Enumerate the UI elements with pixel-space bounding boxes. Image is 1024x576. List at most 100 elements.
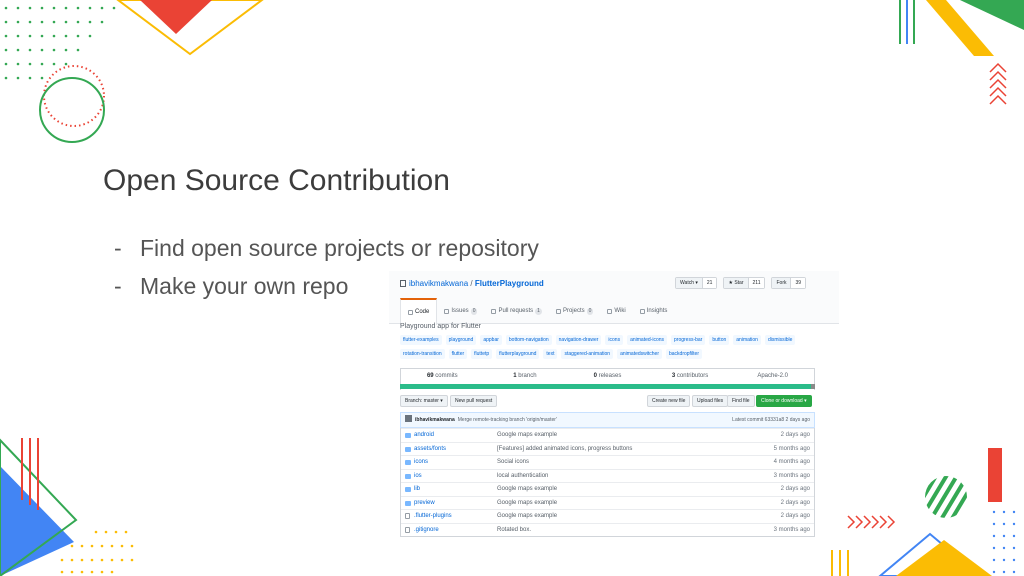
file-name[interactable]: preview	[414, 497, 435, 510]
tab-wiki[interactable]: Wiki	[600, 298, 632, 324]
file-name[interactable]: lib	[414, 483, 420, 496]
topic-tag[interactable]: staggered-animation	[561, 349, 614, 359]
red-bar-bottom-right	[988, 448, 1002, 502]
tab-label: Code	[415, 309, 430, 315]
create-file-button[interactable]: Create new file	[647, 395, 691, 407]
tab-issues[interactable]: Issues 0	[437, 298, 484, 324]
tab-projects[interactable]: Projects 0	[549, 298, 600, 324]
blue-triangle-outline-bottom-right	[878, 532, 982, 576]
file-age: 2 days ago	[780, 499, 810, 506]
latest-commit-info[interactable]: Latest commit 63331a8 2 days ago	[732, 413, 810, 427]
topic-tag[interactable]: flutter	[448, 349, 468, 359]
topic-tag[interactable]: rotation-transition	[400, 349, 445, 359]
fork-count[interactable]: 39	[791, 278, 806, 288]
file-row[interactable]: .gitignore Rotated box. 3 months ago	[401, 522, 814, 537]
star-count[interactable]: 211	[748, 278, 765, 288]
file-name[interactable]: .gitignore	[414, 524, 439, 537]
topic-tag[interactable]: backdropfilter	[665, 349, 702, 359]
file-row[interactable]: assets/fonts [Features] added animated ic…	[401, 441, 814, 456]
tab-code[interactable]: Code	[400, 298, 438, 325]
file-name[interactable]: ios	[414, 470, 422, 483]
file-name[interactable]: .flutter-plugins	[414, 510, 452, 523]
language-bar[interactable]	[400, 384, 815, 389]
file-commit-message[interactable]: Google maps example	[497, 497, 557, 510]
language-bar-other	[811, 384, 815, 389]
topic-tag[interactable]: button	[709, 335, 730, 345]
contributor-count: 3	[671, 373, 676, 379]
topic-tag[interactable]: flutterplayground	[496, 349, 540, 359]
file-age: 2 days ago	[780, 432, 810, 438]
new-pull-request-button[interactable]: New pull request	[450, 395, 498, 407]
watch-button[interactable]: Watch ▾ 21	[675, 277, 718, 289]
repo-header: ibhavikmakwana / FlutterPlayground Watch…	[389, 271, 839, 325]
tab-insights[interactable]: Insights	[633, 298, 675, 324]
blue-triangle-bottom-left	[0, 466, 74, 576]
file-toolbar: Branch: master ▾ New pull request Create…	[400, 395, 815, 409]
commits-label: commits	[435, 373, 458, 379]
file-commit-message[interactable]: Social icons	[497, 456, 529, 469]
file-age: 2 days ago	[780, 486, 810, 492]
fork-button[interactable]: Fork 39	[771, 277, 807, 289]
topic-tag[interactable]: animatedswitcher	[617, 349, 662, 359]
file-row[interactable]: preview Google maps example 2 days ago	[401, 495, 814, 510]
pull-request-icon	[491, 308, 497, 314]
file-row[interactable]: ios local authentication 3 months ago	[401, 468, 814, 483]
folder-icon	[405, 487, 411, 492]
branch-select-button[interactable]: Branch: master ▾	[400, 395, 448, 407]
file-name[interactable]: icons	[414, 456, 428, 469]
topic-tag[interactable]: navigation-drawer	[555, 335, 602, 345]
tab-count: 1	[535, 307, 542, 315]
tab-pull-requests[interactable]: Pull requests 1	[484, 298, 548, 324]
file-commit-message[interactable]: local authentication	[497, 470, 548, 483]
file-name[interactable]: assets/fonts	[414, 443, 446, 456]
topic-tag[interactable]: playground	[445, 335, 477, 345]
commit-author[interactable]: ibhavikmakwana	[415, 417, 455, 423]
file-age: 3 months ago	[773, 526, 810, 533]
topic-tag[interactable]: animation	[733, 335, 761, 345]
avatar[interactable]	[405, 415, 412, 422]
dot-grid-top-left	[4, 6, 116, 80]
bullet-text: Find open source projects or repository	[140, 235, 539, 261]
tab-count: 0	[470, 307, 478, 315]
file-row[interactable]: icons Social icons 4 months ago	[401, 455, 814, 469]
repo-name-link[interactable]: FlutterPlayground	[475, 279, 544, 288]
folder-icon	[405, 473, 411, 479]
clone-download-button[interactable]: Clone or download ▾	[756, 395, 812, 407]
watch-count[interactable]: 21	[702, 278, 717, 288]
topic-tag[interactable]: animated-icons	[627, 335, 667, 345]
tab-label: Issues	[451, 307, 469, 314]
topic-tag[interactable]: flutter-examples	[400, 335, 442, 345]
topic-tag[interactable]: bottom-navigation	[505, 335, 552, 345]
file-commit-message[interactable]: Google maps example	[497, 483, 557, 496]
branch-label: branch	[518, 373, 537, 379]
upload-files-button[interactable]: Upload files	[692, 395, 729, 407]
repo-book-icon	[400, 280, 406, 287]
topic-tag[interactable]: appbar	[480, 335, 502, 345]
file-row[interactable]: .flutter-plugins Google maps example 2 day…	[401, 509, 814, 523]
repo-topics: flutter-examples playground appbar botto…	[400, 335, 800, 359]
file-commit-message[interactable]: Google maps example	[497, 429, 557, 442]
topic-tag[interactable]: icons	[605, 335, 624, 345]
file-name[interactable]: android	[414, 429, 434, 442]
topic-tag[interactable]: dismissible	[764, 335, 796, 345]
graph-icon	[639, 308, 645, 314]
latest-commit-bar: ibhavikmakwana Merge remote-tracking bran…	[400, 412, 815, 428]
star-button[interactable]: ★ Star 211	[723, 277, 766, 289]
file-commit-message[interactable]: [Features] added animated icons, progres…	[497, 443, 632, 456]
commit-message[interactable]: Merge remote-tracking branch 'origin/mas…	[458, 417, 557, 423]
repo-owner-link[interactable]: ibhavikmakwana	[409, 279, 468, 288]
file-commit-message[interactable]: Rotated box.	[497, 524, 531, 537]
release-label: releases	[598, 373, 622, 379]
tab-label: Wiki	[614, 307, 626, 314]
file-row[interactable]: lib Google maps example 2 days ago	[401, 482, 814, 496]
file-commit-message[interactable]: Google maps example	[497, 510, 557, 523]
wiki-icon	[607, 308, 613, 314]
file-row[interactable]: android Google maps example 2 days ago	[401, 428, 814, 442]
commits-count: 69	[426, 373, 434, 379]
find-file-button[interactable]: Find file	[727, 395, 755, 407]
red-triangle	[140, 0, 212, 34]
topic-tag[interactable]: fluttetp	[471, 349, 493, 359]
github-repo-screenshot: ibhavikmakwana / FlutterPlayground Watch…	[389, 271, 839, 541]
topic-tag[interactable]: progress-bar	[671, 335, 706, 345]
topic-tag[interactable]: text	[543, 349, 558, 359]
